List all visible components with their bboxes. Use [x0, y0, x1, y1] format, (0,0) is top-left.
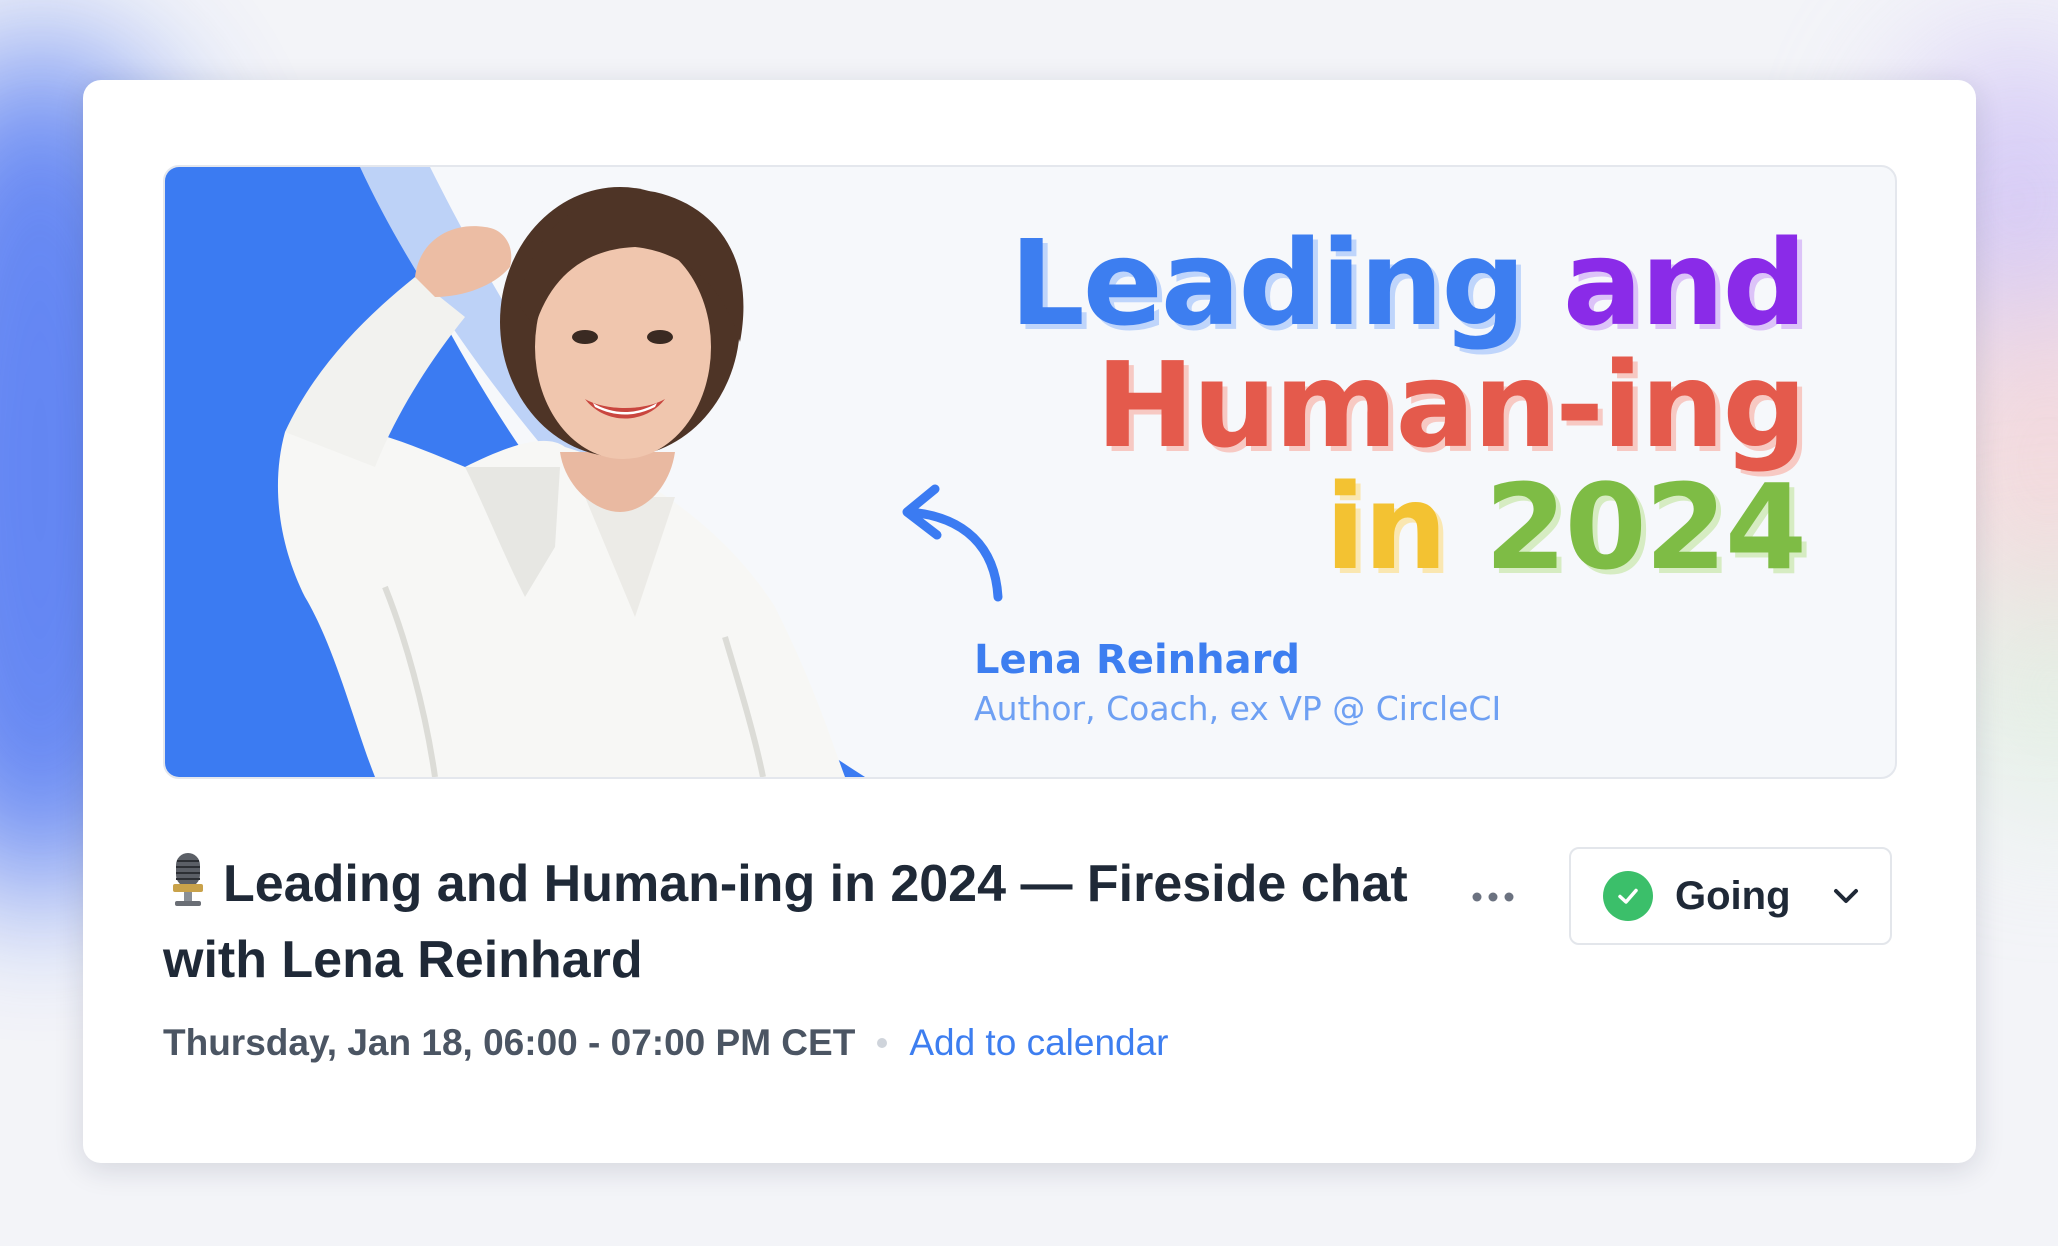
event-title-text: Leading and Human-ing in 2024 — Fireside… — [163, 855, 1408, 989]
event-meta-row: Thursday, Jan 18, 06:00 - 07:00 PM CET A… — [163, 1022, 1169, 1064]
check-circle-icon — [1603, 871, 1653, 921]
event-datetime: Thursday, Jan 18, 06:00 - 07:00 PM CET — [163, 1022, 856, 1063]
banner-word-in: in — [1325, 458, 1447, 596]
speaker-name: Lena Reinhard — [974, 637, 1300, 683]
chevron-down-icon — [1834, 889, 1858, 903]
banner-word-and: and — [1562, 214, 1807, 352]
banner-word-leading: Leading — [1009, 214, 1526, 352]
event-card: Leading and Human-ing in 2024 Lena Reinh… — [83, 80, 1976, 1163]
add-to-calendar-link[interactable]: Add to calendar — [909, 1022, 1168, 1064]
speaker-role: Author, Coach, ex VP @ CircleCI — [974, 689, 1502, 728]
rsvp-status-dropdown[interactable]: Going — [1569, 847, 1892, 945]
rsvp-status-label: Going — [1675, 873, 1791, 918]
banner-headline: Leading and Human-ing in 2024 — [1010, 222, 1807, 588]
separator-dot — [877, 1038, 888, 1048]
event-title: Leading and Human-ing in 2024 — Fireside… — [163, 846, 1483, 998]
event-banner-image: Leading and Human-ing in 2024 Lena Reinh… — [163, 165, 1897, 779]
more-options-button[interactable] — [1463, 872, 1523, 922]
microphone-icon — [173, 853, 203, 906]
banner-word-human-ing: Human-ing — [1095, 336, 1807, 474]
banner-word-year: 2024 — [1484, 458, 1807, 596]
more-horizontal-icon — [1472, 892, 1514, 902]
